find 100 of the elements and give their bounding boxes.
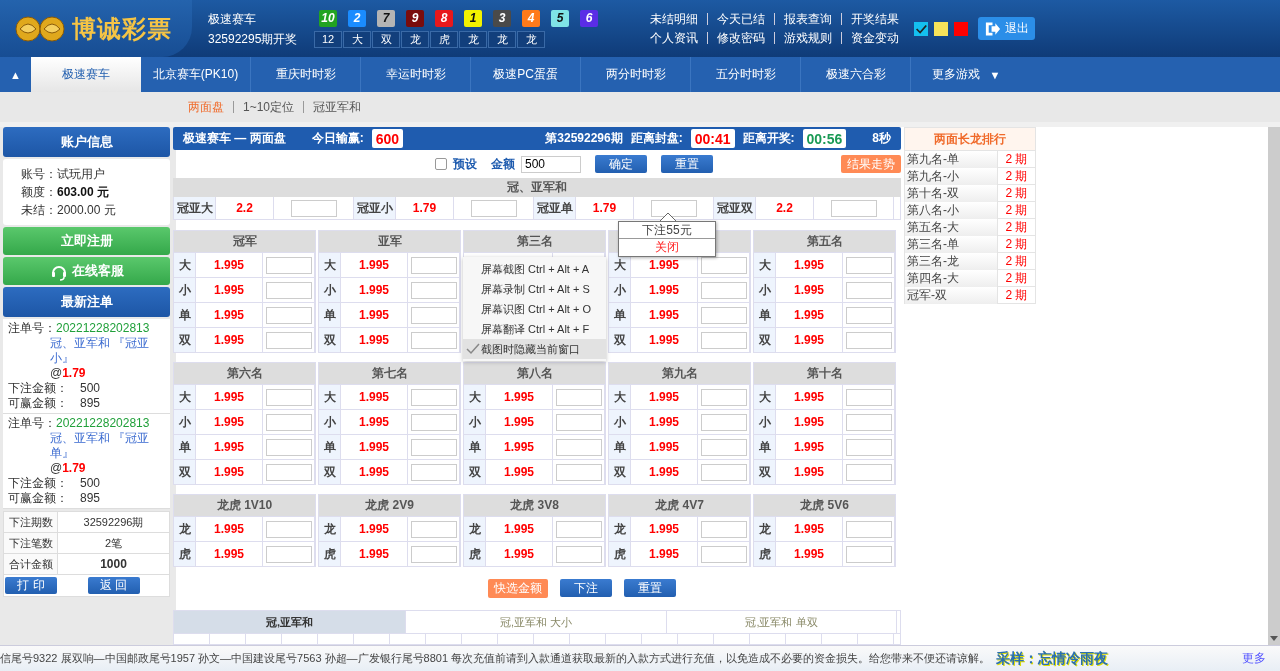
menu-item[interactable]: 屏幕识图 Ctrl + Alt + O	[463, 299, 606, 319]
panel-header: 最新注单	[3, 287, 170, 317]
menu-item[interactable]: 屏幕截图 Ctrl + Alt + A	[463, 259, 606, 279]
column-header: 第七名	[319, 363, 460, 385]
submit-bet-button[interactable]: 下注	[560, 579, 612, 598]
signature-text: 采样：忘情冷雨夜	[996, 649, 1109, 668]
field-value: 2000.00 元	[57, 203, 116, 217]
odds-cell: 1.995	[341, 517, 408, 542]
table-cell: 双	[609, 328, 631, 353]
logo-text: 博诚彩票	[72, 13, 172, 44]
column-header: 龙虎 1V10	[174, 495, 315, 517]
menu-item[interactable]: 屏幕录制 Ctrl + Alt + S	[463, 279, 606, 299]
stats-tab[interactable]: 冠,亚军和 单双	[667, 611, 897, 634]
field-label: 未结：	[21, 203, 57, 217]
table-cell: 下注笔数	[4, 533, 58, 554]
panel-header: 两面长龙排行	[905, 128, 1035, 150]
table-cell: 单	[754, 435, 776, 460]
field-label: 今日输赢:	[311, 130, 364, 148]
column-header: 亚军	[319, 231, 460, 253]
odds-cell: 1.995	[486, 435, 553, 460]
collapse-toggle[interactable]: ▲	[0, 57, 31, 92]
result-cell: 大	[343, 30, 371, 48]
column-header: 第十名	[754, 363, 895, 385]
odds-cell: 1.79	[576, 197, 634, 220]
field-label: 可赢金额：	[8, 396, 68, 410]
odds-cell: 1.995	[631, 303, 698, 328]
panel-title: 极速赛车 — 两面盘	[183, 130, 286, 148]
table-cell: 大	[174, 385, 196, 410]
odds-cell: 1.995	[486, 385, 553, 410]
odds-cell: 1.995	[341, 385, 408, 410]
odds-cell: 1.995	[776, 517, 843, 542]
column-header: 第三名	[464, 231, 605, 253]
stats-tab[interactable]: 冠,亚军和 大小	[406, 611, 667, 634]
print-button[interactable]: 打 印	[5, 577, 57, 594]
bet-odds: @1.79	[49, 461, 87, 476]
reset-button[interactable]: 重置	[624, 579, 676, 598]
table-cell: 第八名-小	[905, 202, 997, 219]
menu-item[interactable]: 截图时隐藏当前窗口	[463, 339, 606, 359]
column-header: 龙虎 2V9	[319, 495, 460, 517]
table-cell: 龙	[174, 517, 196, 542]
odds-cell: 2.2	[756, 197, 814, 220]
table-cell: 单	[609, 435, 631, 460]
sub-tab[interactable]: 1~10定位	[243, 98, 295, 116]
header-link[interactable]: 开奖结果	[850, 10, 900, 28]
column-header: 龙虎 4V7	[609, 495, 750, 517]
field-value: 895	[80, 491, 101, 505]
draw-number: 32592295期开奖	[208, 30, 299, 48]
header-link[interactable]: 个人资讯	[649, 29, 699, 47]
table-cell: 冠军-双	[905, 287, 997, 304]
header-link[interactable]: 今天已结	[716, 10, 766, 28]
odds-cell: 1.995	[196, 253, 263, 278]
header-link[interactable]: 修改密码	[716, 29, 766, 47]
game-tab[interactable]: 极速赛车	[31, 57, 141, 92]
table-cell: 下注期数	[4, 512, 58, 533]
column-header: 第五名	[754, 231, 895, 253]
table-cell: 2笔	[58, 533, 169, 554]
table-cell: 小	[174, 278, 196, 303]
table-cell: 2 期	[997, 168, 1035, 185]
back-button[interactable]: 返 回	[87, 577, 140, 594]
table-cell: 小	[609, 278, 631, 303]
table-cell: 小	[319, 410, 341, 435]
header-link[interactable]: 报表查询	[783, 10, 833, 28]
table-cell: 第十名-双	[905, 185, 997, 202]
odds-cell: 1.995	[486, 542, 553, 567]
column-header: 龙虎 3V8	[464, 495, 605, 517]
field-value: 500	[80, 476, 101, 490]
odds-cell: 1.995	[341, 278, 408, 303]
odds-cell: 1.995	[776, 328, 843, 353]
header-link[interactable]: 游戏规则	[783, 29, 833, 47]
amount-field[interactable]: 500	[521, 155, 581, 173]
more-link[interactable]: 更多	[1242, 650, 1266, 667]
stats-tab[interactable]: 冠,亚军和	[174, 611, 406, 634]
odds-cell: 1.995	[631, 460, 698, 485]
odds-cell: 1.995	[341, 410, 408, 435]
odds-cell: 1.995	[196, 385, 263, 410]
result-cell: 双	[372, 30, 400, 48]
logout-button[interactable]: 退出	[978, 17, 1035, 40]
bet-number: 20221228202813	[56, 416, 150, 430]
sub-tab[interactable]: 冠亚军和	[313, 98, 362, 116]
odds-cell: 1.995	[196, 303, 263, 328]
confirm-button[interactable]: 确定	[595, 155, 647, 173]
table-cell: 大	[609, 253, 631, 278]
field-label: 距离封盘:	[630, 130, 683, 148]
odds-cell: 1.995	[776, 460, 843, 485]
more-games-menu[interactable]: 更多游戏 ▼	[911, 57, 1021, 92]
today-result: 600	[371, 129, 404, 149]
header-link[interactable]: 未结明细	[649, 10, 699, 28]
table-cell: 2 期	[997, 253, 1035, 270]
tooltip-text: 下注55元	[619, 222, 715, 240]
menu-item[interactable]: 屏幕翻译 Ctrl + Alt + F	[463, 319, 606, 339]
odds-cell: 1.995	[631, 328, 698, 353]
field-value: 500	[80, 381, 101, 395]
table-cell: 单	[319, 435, 341, 460]
odds-cell: 1.995	[776, 278, 843, 303]
field-label: 注单号：	[8, 416, 56, 430]
game-name: 极速赛车	[208, 10, 257, 28]
table-cell: 小	[609, 410, 631, 435]
field-value: 895	[80, 396, 101, 410]
reset-button[interactable]: 重置	[661, 155, 713, 173]
header-link[interactable]: 资金变动	[850, 29, 900, 47]
